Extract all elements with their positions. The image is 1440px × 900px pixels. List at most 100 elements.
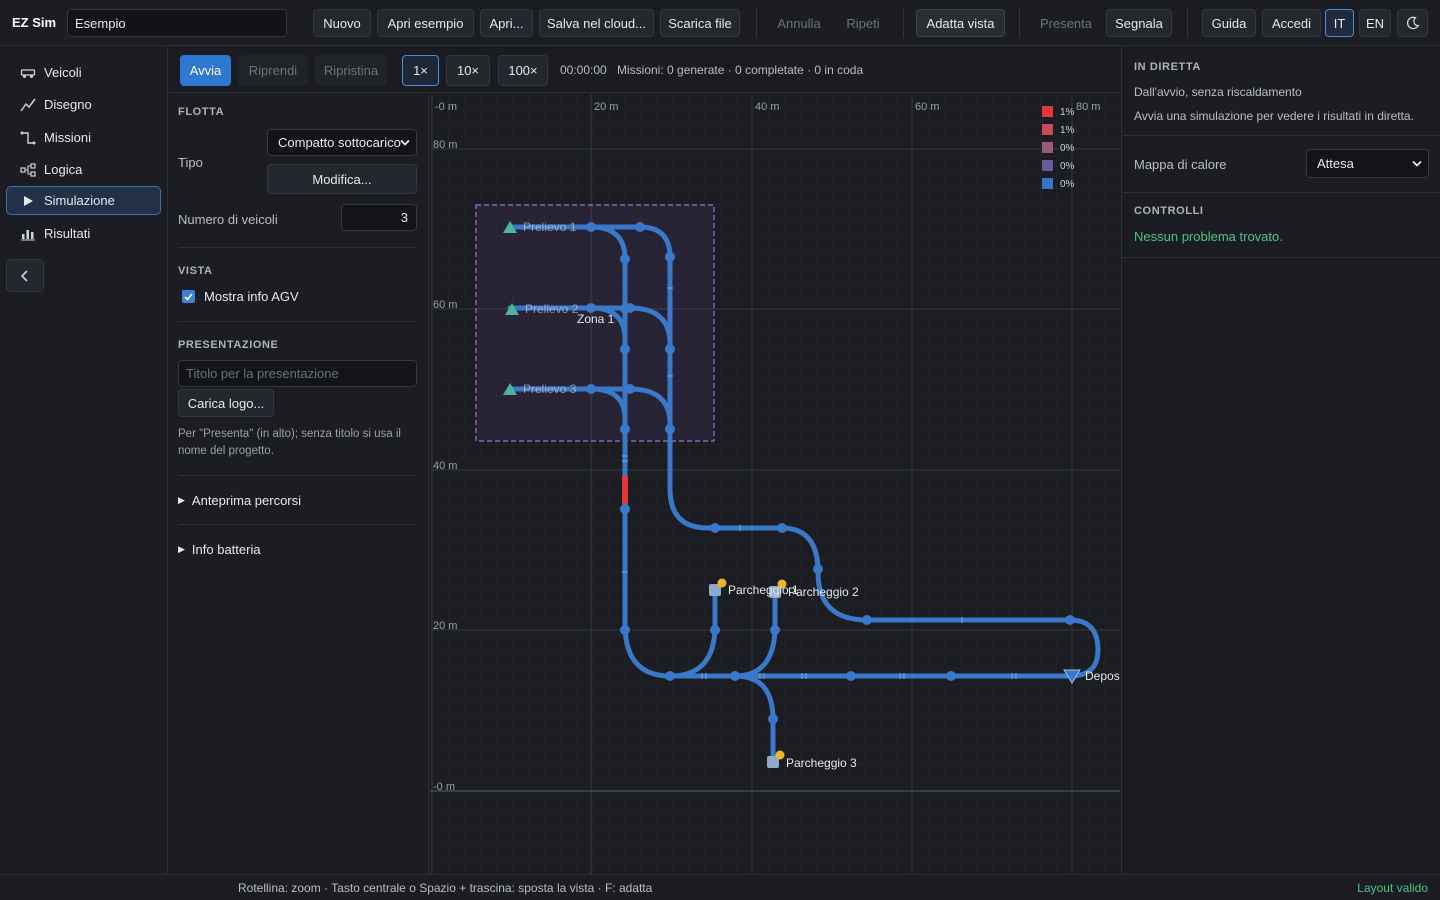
present-button[interactable]: Presenta (1032, 9, 1100, 37)
sidebar-item-simulation[interactable]: Simulazione (6, 186, 161, 215)
legend-swatch (1042, 106, 1053, 117)
speed-1x-button[interactable]: 1× (402, 55, 439, 86)
sidebar-item-label: Disegno (44, 97, 92, 112)
x-tick-label: 20 m (594, 101, 618, 113)
toolbar-divider (756, 8, 757, 38)
checks-section-title: CONTROLLI (1134, 205, 1204, 217)
legend-label: 0% (1060, 143, 1075, 154)
route-preview-toggle[interactable]: ▶ Anteprima percorsi (178, 493, 301, 508)
section-divider (178, 247, 416, 248)
theme-toggle-button[interactable] (1397, 9, 1428, 37)
section-divider (1122, 192, 1440, 193)
heatmap-value: Attesa (1317, 156, 1354, 171)
vehicle-type-value: Compatto sottocarico (278, 135, 401, 150)
toolbar-divider (1019, 8, 1020, 38)
fleet-section-title: FLOTTA (178, 106, 225, 118)
x-tick-label: -0 m (435, 101, 457, 113)
open-example-button[interactable]: Apri esempio (377, 9, 474, 37)
checkmark-icon (184, 292, 193, 301)
legend-swatch (1042, 160, 1053, 171)
moon-icon (1406, 16, 1419, 30)
vehicle-type-label: Tipo (178, 155, 203, 170)
upload-logo-button[interactable]: Carica logo... (178, 389, 274, 417)
layout-map[interactable]: -0 m 20 m 40 m 60 m 80 m 80 m 60 m 40 m … (430, 94, 1120, 874)
section-divider (1122, 257, 1440, 258)
speed-100x-button[interactable]: 100× (498, 55, 548, 86)
sidebar-item-label: Logica (44, 162, 83, 177)
layout-canvas[interactable]: -0 m 20 m 40 m 60 m 80 m 80 m 60 m 40 m … (430, 94, 1120, 874)
legend-swatch (1042, 124, 1053, 135)
sidebar-item-vehicles[interactable]: Veicoli (6, 58, 161, 87)
show-agv-label: Mostra info AGV (204, 289, 299, 304)
checks-result: Nessun problema trovato. (1134, 229, 1283, 244)
sidebar-item-missions[interactable]: Missioni (6, 123, 161, 152)
draw-icon (19, 98, 36, 112)
undo-button[interactable]: Annulla (769, 9, 829, 37)
sidebar-item-label: Simulazione (44, 193, 115, 208)
heatmap-select[interactable]: Attesa (1306, 149, 1429, 178)
presentation-section-title: PRESENTAZIONE (178, 339, 279, 351)
lang-en-button[interactable]: EN (1359, 9, 1391, 37)
lang-it-button[interactable]: IT (1325, 9, 1354, 37)
legend-swatch (1042, 142, 1053, 153)
collapse-sidebar-button[interactable] (6, 259, 44, 292)
station-label: Prelievo 3 (523, 382, 577, 396)
open-button[interactable]: Apri... (480, 9, 533, 37)
station-label: Deposito (1085, 669, 1120, 683)
sidebar-item-drawing[interactable]: Disegno (6, 90, 161, 119)
y-tick-label: -0 m (433, 781, 455, 793)
mission-counters: Missioni: 0 generate · 0 completate · 0 … (617, 63, 864, 77)
presentation-title-input[interactable] (178, 360, 417, 387)
guide-button[interactable]: Guida (1202, 9, 1256, 37)
vehicle-count-input[interactable] (341, 204, 417, 231)
y-tick-label: 60 m (433, 299, 457, 311)
left-sidebar: Veicoli Disegno Missioni Logica Simulazi… (0, 47, 168, 874)
login-button[interactable]: Accedi (1262, 9, 1321, 37)
toolbar-divider (903, 8, 904, 38)
route-preview-label: Anteprima percorsi (191, 493, 302, 508)
play-icon (19, 194, 36, 208)
station-label: Prelievo 2 (525, 302, 579, 316)
triangle-right-icon: ▶ (178, 495, 185, 505)
canvas-controls-hint: Rotellina: zoom · Tasto centrale o Spazi… (238, 881, 653, 895)
vehicle-type-select[interactable]: Compatto sottocarico (267, 129, 417, 156)
view-section-title: VISTA (178, 265, 213, 277)
new-button[interactable]: Nuovo (313, 9, 371, 37)
section-divider (178, 321, 416, 322)
legend-label: 0% (1060, 179, 1075, 190)
sidebar-item-label: Risultati (44, 226, 91, 241)
station-label: Parcheggio 2 (788, 585, 859, 599)
fit-view-button[interactable]: Adatta vista (916, 9, 1005, 37)
x-tick-label: 60 m (915, 101, 939, 113)
legend-label: 0% (1060, 161, 1075, 172)
report-button[interactable]: Segnala (1106, 9, 1172, 37)
y-tick-label: 20 m (433, 620, 457, 632)
results-icon (19, 227, 36, 241)
start-button[interactable]: Avvia (180, 55, 231, 86)
sidebar-item-results[interactable]: Risultati (6, 219, 161, 248)
section-divider (1122, 135, 1440, 136)
heatmap-label: Mappa di calore (1134, 157, 1227, 172)
edit-vehicle-button[interactable]: Modifica... (267, 164, 417, 194)
redo-button[interactable]: Ripeti (837, 9, 889, 37)
battery-info-toggle[interactable]: ▶ Info batteria (178, 542, 261, 557)
app-brand: EZ Sim (12, 15, 57, 30)
reset-button[interactable]: Ripristina (315, 55, 387, 86)
sidebar-item-logic[interactable]: Logica (6, 155, 161, 184)
config-panel: FLOTTA Tipo Compatto sottocarico Modific… (169, 94, 429, 874)
legend-label: 1% (1060, 107, 1075, 118)
top-bar: EZ Sim Nuovo Apri esempio Apri... Salva … (0, 0, 1440, 46)
project-name-input[interactable] (67, 9, 287, 37)
legend-swatch (1042, 178, 1053, 189)
layout-valid-status: Layout valido (1357, 881, 1428, 895)
station-label: Prelievo 1 (523, 220, 577, 234)
section-divider (178, 475, 416, 476)
download-button[interactable]: Scarica file (660, 9, 740, 37)
save-cloud-button[interactable]: Salva nel cloud... (539, 9, 654, 37)
speed-10x-button[interactable]: 10× (446, 55, 490, 86)
show-agv-checkbox[interactable] (182, 290, 195, 303)
legend-label: 1% (1060, 125, 1075, 136)
chevron-left-icon (20, 269, 28, 282)
live-section-title: IN DIRETTA (1134, 61, 1201, 73)
resume-button[interactable]: Riprendi (238, 55, 308, 86)
